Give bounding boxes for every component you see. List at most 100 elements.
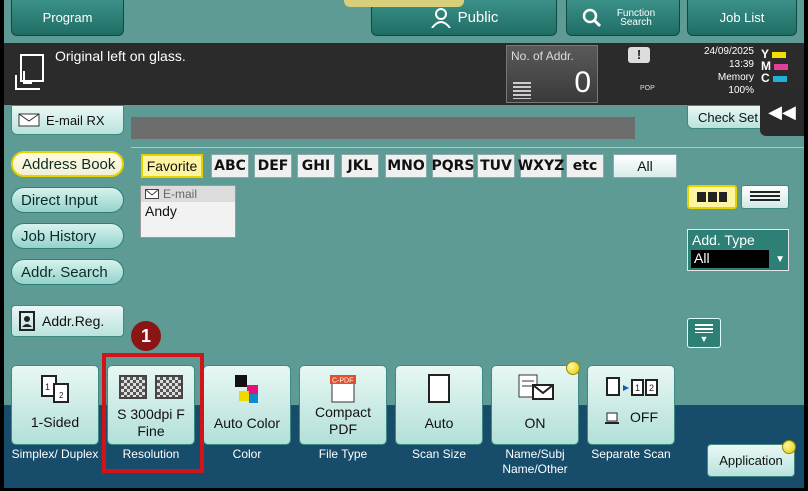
pdf-file-icon: C-PDF xyxy=(330,375,356,403)
mfp-scan-screen: Program Public Function Search Job List … xyxy=(4,0,804,488)
list-icon xyxy=(513,82,531,99)
original-glass-icon xyxy=(15,54,44,90)
sidebar-item-label: Job History xyxy=(21,227,97,245)
list-view-icon[interactable] xyxy=(741,185,789,209)
check-settings-label: Check Set xyxy=(698,110,758,125)
program-button[interactable]: Program xyxy=(11,0,124,36)
menu-icon xyxy=(695,324,713,333)
drag-handle[interactable] xyxy=(344,0,464,7)
sidebar-item-address-book[interactable]: Address Book xyxy=(11,151,124,177)
address-register-icon xyxy=(19,311,35,331)
scan-size-label: Scan Size xyxy=(411,447,467,461)
public-label: Public xyxy=(457,9,499,26)
svg-text:2: 2 xyxy=(59,391,64,400)
file-type-button[interactable]: C-PDF Compact PDF xyxy=(299,365,387,445)
simplex-duplex-button[interactable]: 12 1-Sided xyxy=(11,365,99,445)
job-list-button[interactable]: Job List xyxy=(687,0,797,36)
entry-name: Andy xyxy=(145,203,177,219)
pop-label: POP xyxy=(640,85,655,92)
separate-scan-value: OFF xyxy=(630,409,658,425)
add-type-value: All xyxy=(691,250,769,268)
step-number-badge: 1 xyxy=(131,321,161,351)
entry-type-row: E-mail xyxy=(141,186,235,202)
application-indicator xyxy=(782,440,796,454)
sidebar-item-addr-search[interactable]: Addr. Search xyxy=(11,259,124,285)
time-text: 13:39 xyxy=(728,59,754,70)
email-rx-button[interactable]: E-mail RX xyxy=(11,105,124,135)
addr-reg-label: Addr.Reg. xyxy=(42,313,105,329)
color-button[interactable]: Auto Color xyxy=(203,365,291,445)
address-entry-card[interactable]: E-mail Andy xyxy=(140,185,236,238)
toner-c: C xyxy=(761,72,788,84)
memory-label: Memory xyxy=(717,72,754,83)
sidebar-item-label: Direct Input xyxy=(21,191,98,209)
simplex-duplex-label: Simplex/ Duplex xyxy=(11,447,99,461)
application-label: Application xyxy=(719,453,783,468)
file-type-label: File Type xyxy=(318,447,368,461)
separate-scan-button[interactable]: 12 OFF xyxy=(587,365,675,445)
name-subject-button[interactable]: ON xyxy=(491,365,579,445)
svg-text:1: 1 xyxy=(635,383,640,393)
file-type-value: Compact PDF xyxy=(314,404,372,437)
date-text: 24/09/2025 xyxy=(703,46,754,57)
sidebar-item-direct-input[interactable]: Direct Input xyxy=(11,187,124,213)
svg-text:2: 2 xyxy=(649,383,654,393)
resolution-highlight-box xyxy=(102,353,204,473)
tab-ghi[interactable]: GHI xyxy=(297,154,335,178)
search-icon xyxy=(582,8,602,27)
tab-all[interactable]: All xyxy=(613,154,677,178)
entry-type-label: E-mail xyxy=(163,187,198,201)
tab-tuv[interactable]: TUV xyxy=(477,154,515,178)
collapse-panel-icon[interactable]: ◀◀ xyxy=(760,88,804,136)
user-icon xyxy=(430,7,451,28)
name-subject-label: Name/Subj Name/Other xyxy=(502,447,568,476)
function-search-label: Function Search xyxy=(616,7,656,28)
toner-levels: Y M C xyxy=(761,48,789,84)
grid-view-icon[interactable] xyxy=(687,185,737,209)
scanner-icon xyxy=(605,412,619,424)
tab-etc[interactable]: etc xyxy=(566,154,604,178)
warning-icon[interactable]: ! xyxy=(628,47,650,63)
scan-size-value: Auto xyxy=(424,415,454,431)
color-value: Auto Color xyxy=(213,415,281,431)
simplex-duplex-value: 1-Sided xyxy=(30,414,80,430)
address-count-value: 0 xyxy=(574,66,591,99)
separate-scan-icon: 12 xyxy=(606,377,658,396)
color-label: Color xyxy=(232,447,262,461)
memory-value: 100% xyxy=(728,85,754,96)
envelope-icon xyxy=(18,113,40,127)
program-label: Program xyxy=(42,10,93,25)
add-type-label: Add. Type xyxy=(692,232,755,248)
check-settings-button[interactable]: Check Set xyxy=(687,105,767,129)
add-type-select[interactable]: Add. Type All ▼ xyxy=(687,229,789,271)
chevron-down-icon: ▼ xyxy=(775,254,785,265)
one-sided-icon: 12 xyxy=(41,375,69,403)
separate-scan-value-row: OFF xyxy=(604,409,658,426)
tab-abc[interactable]: ABC xyxy=(211,154,249,178)
status-bar: Original left on glass. No. of Addr. 0 !… xyxy=(4,43,804,105)
tab-mno[interactable]: MNO xyxy=(385,154,427,178)
sidebar-item-job-history[interactable]: Job History xyxy=(11,223,124,249)
device-info: 24/09/2025 13:39 Memory 100% xyxy=(680,45,754,97)
chevron-down-icon: ▼ xyxy=(699,334,709,344)
address-input-display xyxy=(131,117,635,139)
page-size-icon xyxy=(428,374,450,403)
address-count-label: No. of Addr. xyxy=(511,49,574,63)
envelope-icon xyxy=(145,189,159,199)
tab-wxyz[interactable]: WXYZ xyxy=(518,154,564,178)
sidebar-item-label: Addr. Search xyxy=(21,263,108,281)
tab-def[interactable]: DEF xyxy=(254,154,292,178)
address-count-box: No. of Addr. 0 xyxy=(506,45,598,103)
function-search-button[interactable]: Function Search xyxy=(566,0,680,36)
color-mode-icon xyxy=(235,375,258,403)
status-message: Original left on glass. xyxy=(55,48,186,64)
document-mail-icon xyxy=(518,374,554,400)
svg-text:1: 1 xyxy=(45,382,50,392)
tab-favorite[interactable]: Favorite xyxy=(141,154,203,178)
addr-reg-button[interactable]: Addr.Reg. xyxy=(11,305,124,337)
scroll-down-button[interactable]: ▼ xyxy=(687,318,721,348)
tab-pqrs[interactable]: PQRS xyxy=(431,154,475,178)
tab-jkl[interactable]: JKL xyxy=(341,154,379,178)
separate-scan-label: Separate Scan xyxy=(591,447,671,461)
scan-size-button[interactable]: Auto xyxy=(395,365,483,445)
